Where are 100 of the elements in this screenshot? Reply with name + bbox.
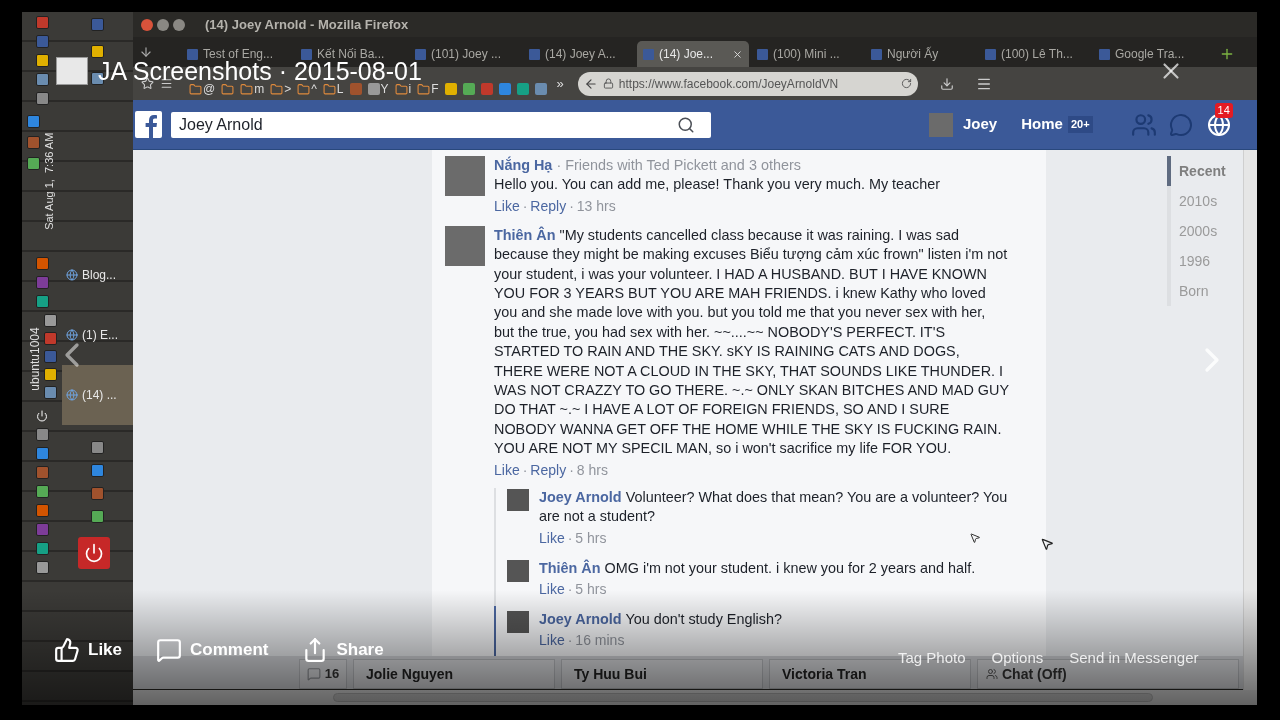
- app-icon[interactable]: [43, 368, 57, 381]
- browser-tab[interactable]: (100) Mini ...: [751, 41, 863, 67]
- overflow-chevron[interactable]: »: [556, 73, 564, 94]
- site-icon: [349, 83, 362, 95]
- site-icon: [498, 83, 511, 95]
- separator-dot: ·: [566, 631, 574, 651]
- favicon-icon: [871, 48, 882, 60]
- app-icon[interactable]: [43, 314, 57, 327]
- taskbar-item[interactable]: (1) E...: [62, 305, 133, 365]
- site-icon: [367, 83, 380, 95]
- reply-link[interactable]: Reply: [530, 196, 567, 216]
- folder-icon: [189, 82, 202, 96]
- home-count-badge: 20+: [1067, 116, 1093, 133]
- favicon-icon: [1099, 48, 1110, 60]
- bookmark-folder[interactable]: >: [270, 80, 292, 98]
- separator-dot: ·: [521, 460, 529, 480]
- window-control-button[interactable]: [157, 18, 169, 31]
- close-tab-icon[interactable]: [732, 48, 743, 60]
- app-icon[interactable]: [91, 45, 104, 58]
- bookmark-folder[interactable]: @: [189, 80, 216, 98]
- browser-icon: [66, 329, 78, 341]
- bookmark-folder[interactable]: F: [417, 80, 439, 98]
- facebook-logo-icon[interactable]: [135, 111, 162, 138]
- window-control-button[interactable]: [141, 18, 153, 31]
- favicon-icon: [187, 48, 198, 60]
- bookmark-site[interactable]: [516, 83, 529, 95]
- chat-icon: [306, 667, 321, 681]
- avatar-photo: [445, 156, 485, 196]
- search-field[interactable]: Joey Arnold: [171, 111, 711, 138]
- favicon-icon: [529, 48, 540, 60]
- bookmark-site[interactable]: [534, 83, 547, 95]
- profile-link[interactable]: Joey: [929, 112, 998, 137]
- favicon-icon: [415, 48, 426, 60]
- like-link[interactable]: Like: [494, 460, 520, 480]
- author-link[interactable]: Thiên Ân: [494, 226, 556, 243]
- like-button[interactable]: Like: [54, 637, 123, 663]
- home-link[interactable]: Home: [1021, 113, 1063, 136]
- author-link[interactable]: Joey Arnold: [539, 610, 622, 627]
- browser-tab[interactable]: Người Ấy: [865, 41, 977, 67]
- taskbar-item[interactable]: (14) ...: [62, 365, 133, 425]
- messages-tab[interactable]: 16: [299, 659, 347, 689]
- bookmark-site[interactable]: [444, 83, 457, 95]
- browser-tab[interactable]: Google Tra...: [1093, 41, 1205, 67]
- globe-icon[interactable]: [1206, 112, 1231, 137]
- back-icon: [583, 76, 598, 91]
- clock-text: Sat Aug 1, 7:36 AM: [42, 132, 57, 230]
- album-thumbnail[interactable]: [56, 57, 88, 85]
- people-icon: [986, 668, 998, 680]
- site-icon: [534, 83, 547, 95]
- avatar-photo: [507, 488, 529, 511]
- like-link[interactable]: Like: [539, 631, 565, 651]
- bookmark-folder[interactable]: m: [240, 80, 265, 98]
- browser-tab[interactable]: (14) Joe...: [637, 41, 749, 67]
- like-link[interactable]: Like: [539, 579, 565, 599]
- bookmark-site[interactable]: Y: [367, 80, 389, 98]
- url-field[interactable]: https://www.facebook.com/JoeyArnoldVN: [577, 71, 918, 96]
- bookmark-folder[interactable]: ^: [297, 80, 317, 98]
- browser-icon: [66, 269, 78, 281]
- app-icon[interactable]: [35, 561, 49, 574]
- avatar-photo: [929, 112, 953, 137]
- chat-contact-tab[interactable]: Jolie Nguyen: [353, 659, 555, 689]
- browser-tab[interactable]: (14) Joey A...: [523, 41, 635, 67]
- avatar-photo: [507, 610, 529, 633]
- window-control-button[interactable]: [173, 18, 185, 31]
- folder-icon: [394, 82, 408, 96]
- reply-link[interactable]: Reply: [530, 460, 567, 480]
- bookmark-site[interactable]: [462, 83, 475, 95]
- search-icon: [677, 115, 695, 134]
- hostname-text: ubuntu1004: [26, 327, 43, 391]
- site-icon: [462, 83, 475, 95]
- taskbar-item[interactable]: Blog...: [62, 245, 133, 305]
- reply-text: Joey Arnold Volunteer? What does that mean? You are a volunteer? You are not a student?: [539, 487, 1009, 527]
- like-link[interactable]: Like: [494, 196, 520, 216]
- like-link[interactable]: Like: [539, 528, 565, 548]
- chat-contact-tab[interactable]: Ty Huu Bui: [561, 659, 763, 689]
- bookmark-folder[interactable]: i: [394, 80, 412, 98]
- timeline-year-link[interactable]: Recent: [1167, 156, 1237, 186]
- app-icon[interactable]: [35, 54, 49, 67]
- power-icon[interactable]: [36, 410, 48, 422]
- vertical-scrollbar[interactable]: [1243, 150, 1257, 690]
- download-icon[interactable]: [939, 76, 954, 91]
- favicon-icon: [757, 48, 768, 60]
- bookmark-folder[interactable]: L: [322, 80, 344, 98]
- favicon-icon: [643, 48, 654, 60]
- download-icon[interactable]: [139, 45, 153, 59]
- folder-icon: [297, 82, 311, 96]
- power-button[interactable]: [78, 537, 110, 569]
- site-icon: [444, 83, 457, 95]
- browser-tab[interactable]: (100) Lê Th...: [979, 41, 1091, 67]
- bookmark-site[interactable]: [498, 83, 511, 95]
- browser-icon: [66, 389, 78, 401]
- bookmark-folder[interactable]: [221, 82, 235, 96]
- horizontal-scrollbar[interactable]: [133, 690, 1257, 705]
- author-link[interactable]: Nắng Hạ: [494, 157, 553, 173]
- favicon-icon: [985, 48, 996, 60]
- separator-dot: ·: [568, 196, 575, 216]
- mouse-cursor-icon: [969, 531, 981, 545]
- author-link[interactable]: Joey Arnold: [539, 488, 622, 505]
- author-link[interactable]: Thiên Ân: [539, 559, 601, 576]
- new-tab-icon[interactable]: [1219, 46, 1235, 62]
